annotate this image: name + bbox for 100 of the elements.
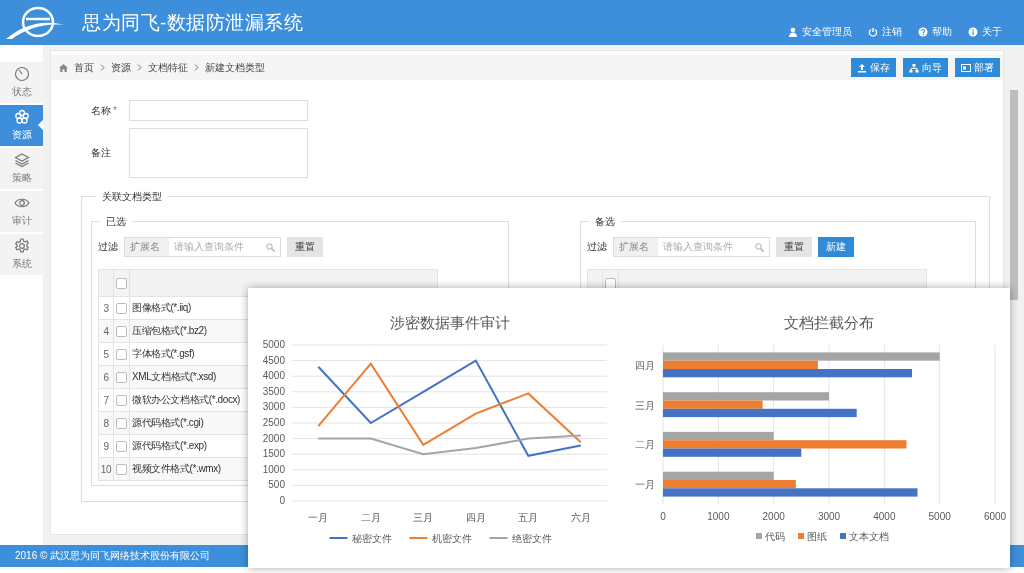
- axis-label: 二月: [360, 512, 381, 523]
- row-number: 6: [98, 365, 114, 389]
- axis-label: 2000: [262, 432, 285, 444]
- axis-label: 0: [279, 495, 285, 506]
- legend-label: 代码: [765, 531, 785, 542]
- chevron-icon: [100, 64, 105, 71]
- axis-label: 六月: [570, 512, 591, 523]
- axis-label: 五月: [518, 512, 539, 523]
- cluster-icon: [13, 109, 30, 125]
- legend-marker: [798, 533, 804, 539]
- dial-icon: [13, 66, 30, 82]
- fieldset-legend: 关联文档类型: [96, 190, 168, 204]
- legend-label: 秘密文件: [351, 533, 392, 544]
- search-field[interactable]: 扩展名 请输入查询条件: [124, 237, 281, 257]
- axis-label: 3000: [817, 511, 841, 522]
- legend-label: 文本文档: [849, 531, 889, 542]
- axis-label: 1000: [707, 511, 730, 522]
- legend-marker: [408, 537, 429, 539]
- panel-legend: 已选: [100, 215, 132, 229]
- logout-link[interactable]: 注销: [868, 25, 902, 39]
- sidebar-item[interactable]: 策略: [0, 148, 43, 189]
- breadcrumb-link[interactable]: 首页: [74, 60, 94, 75]
- legend-marker: [328, 537, 349, 539]
- row-number: 3: [98, 296, 114, 320]
- legend-marker: [488, 537, 509, 539]
- checkbox[interactable]: [116, 325, 127, 337]
- axis-label: 一月: [635, 479, 655, 491]
- legend-label: 图纸: [807, 531, 827, 542]
- deploy-button[interactable]: 部署: [955, 58, 1000, 77]
- chart-title: 文档拦截分布: [784, 314, 874, 331]
- layers-icon: [13, 152, 30, 168]
- guide-button[interactable]: 向导: [903, 58, 948, 77]
- settings-icon: [13, 238, 30, 254]
- new-button[interactable]: 新建: [818, 237, 854, 257]
- axis-label: 1000: [262, 463, 285, 475]
- breadcrumb-link[interactable]: 新建文档类型: [205, 60, 265, 75]
- row-number: 5: [98, 342, 114, 366]
- row-number: 9: [98, 434, 114, 458]
- checkbox[interactable]: [116, 302, 127, 314]
- sidebar-item[interactable]: 系统: [0, 234, 43, 275]
- checkbox[interactable]: [116, 463, 127, 475]
- checkbox[interactable]: [116, 394, 127, 406]
- reset-button[interactable]: 重置: [776, 237, 812, 257]
- legend-label: 绝密文件: [511, 533, 552, 544]
- legend-marker: [756, 533, 762, 539]
- input-field[interactable]: [129, 100, 308, 121]
- help-icon: [918, 27, 928, 37]
- power-icon: [868, 27, 878, 37]
- axis-label: 4000: [873, 511, 896, 522]
- checkbox[interactable]: [116, 371, 127, 383]
- field-label: 名称 *: [91, 103, 118, 118]
- axis-label: 0: [660, 511, 666, 522]
- filter-label: 过滤: [98, 240, 118, 254]
- field-label: 备注: [91, 146, 112, 160]
- axis-label: 二月: [635, 439, 655, 451]
- row-number: 8: [98, 411, 114, 435]
- axis-label: 3000: [262, 401, 285, 413]
- search-icon: [266, 242, 275, 252]
- checkbox[interactable]: [116, 417, 127, 429]
- app-title: 思为同飞-数据防泄漏系统: [82, 10, 304, 35]
- axis-label: 2000: [762, 511, 785, 522]
- axis-label: 四月: [635, 359, 655, 371]
- home-icon: [59, 63, 68, 72]
- sidebar-item[interactable]: 状态: [0, 62, 43, 103]
- sidebar-item[interactable]: 审计: [0, 191, 43, 232]
- axis-label: 三月: [635, 399, 655, 411]
- about-link[interactable]: 关于: [968, 25, 1002, 39]
- row-number: 4: [98, 319, 114, 343]
- checkbox[interactable]: [116, 277, 127, 289]
- axis-label: 6000: [983, 511, 1007, 522]
- axis-label: 5000: [928, 511, 951, 522]
- legend-label: 机密文件: [431, 533, 472, 544]
- sidebar-item[interactable]: 资源: [0, 105, 43, 146]
- user-icon: [788, 27, 798, 37]
- axis-label: 4500: [262, 354, 285, 366]
- axis-label: 三月: [413, 512, 434, 523]
- text-area[interactable]: [129, 128, 308, 178]
- axis-label: 4000: [262, 370, 285, 382]
- legend-marker: [840, 533, 846, 539]
- user-link[interactable]: 安全管理员: [788, 25, 852, 39]
- sitemap-icon: [909, 62, 919, 73]
- checkbox[interactable]: [116, 440, 127, 452]
- help-link[interactable]: 帮助: [918, 25, 952, 39]
- axis-label: 1500: [262, 448, 285, 460]
- reset-button[interactable]: 重置: [287, 237, 323, 257]
- scrollbar-thumb[interactable]: [1010, 90, 1018, 300]
- axis-label: 500: [268, 479, 285, 491]
- row-number: 10: [98, 457, 114, 481]
- card-icon: [961, 62, 971, 73]
- chevron-icon: [137, 64, 142, 71]
- search-field[interactable]: 扩展名 请输入查询条件: [613, 237, 770, 257]
- axis-label: 一月: [308, 512, 329, 523]
- chevron-icon: [194, 64, 199, 71]
- breadcrumb-link[interactable]: 资源: [111, 60, 131, 75]
- panel-legend: 备选: [589, 215, 621, 229]
- save-button[interactable]: 保存: [851, 58, 896, 77]
- axis-label: 2500: [262, 417, 285, 428]
- breadcrumb-link[interactable]: 文档特征: [148, 60, 188, 75]
- checkbox[interactable]: [116, 348, 127, 360]
- upload-icon: [857, 62, 867, 73]
